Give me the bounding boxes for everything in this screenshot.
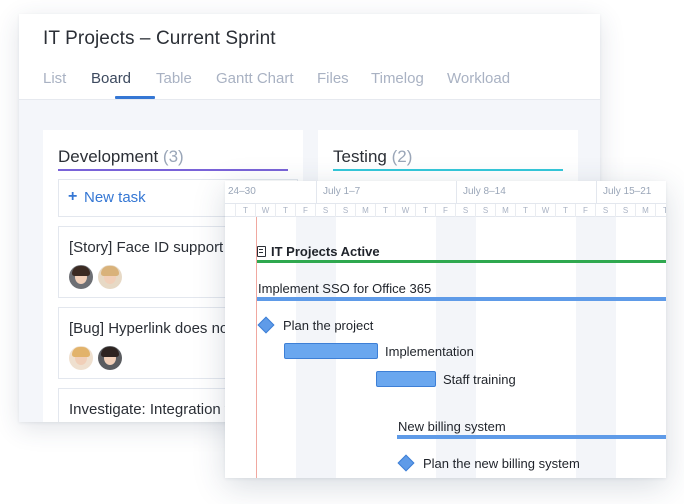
milestone-label: Plan the new billing system <box>423 456 580 471</box>
column-name: Development <box>58 147 159 166</box>
board-header: IT Projects – Current Sprint List Board … <box>19 14 600 100</box>
task-title: [Bug] Hyperlink does no <box>69 320 229 337</box>
day-row: TWTFSSMTWTFSSMTWTFSSMT <box>225 203 666 217</box>
column-title: Development (3) <box>58 147 184 167</box>
week-label: July 15–21 <box>603 186 652 197</box>
week-divider <box>456 181 457 203</box>
day-letter: W <box>396 204 416 217</box>
day-letter: M <box>356 204 376 217</box>
plus-icon: + <box>68 188 78 205</box>
tab-board[interactable]: Board <box>91 70 131 87</box>
day-letter: W <box>536 204 556 217</box>
week-divider <box>596 181 597 203</box>
avatar <box>98 265 122 289</box>
day-cell <box>225 204 236 217</box>
day-letter: T <box>556 204 576 217</box>
summary-task-bar[interactable] <box>257 297 666 301</box>
week-label: July 8–14 <box>463 186 506 197</box>
day-letter: F <box>296 204 316 217</box>
summary-task-label: New billing system <box>398 419 506 434</box>
day-letter: W <box>256 204 276 217</box>
day-letter: T <box>656 204 666 217</box>
day-letter: S <box>336 204 356 217</box>
day-letter: T <box>376 204 396 217</box>
new-task-label: New task <box>84 189 146 206</box>
tab-workload[interactable]: Workload <box>447 70 510 87</box>
day-letter: S <box>616 204 636 217</box>
tab-gantt-chart[interactable]: Gantt Chart <box>216 70 294 87</box>
task-bar-implementation[interactable] <box>284 343 378 359</box>
day-letter: F <box>576 204 596 217</box>
tab-files[interactable]: Files <box>317 70 349 87</box>
day-letter: S <box>456 204 476 217</box>
day-letter: F <box>436 204 456 217</box>
project-label: IT Projects Active <box>271 244 380 259</box>
tab-table[interactable]: Table <box>156 70 192 87</box>
tab-timelog[interactable]: Timelog <box>371 70 424 87</box>
day-letter: T <box>416 204 436 217</box>
document-icon <box>257 246 266 257</box>
column-count: (3) <box>162 147 184 166</box>
milestone-label: Plan the project <box>283 318 374 333</box>
week-divider <box>316 181 317 203</box>
day-letter: T <box>516 204 536 217</box>
day-letter: S <box>316 204 336 217</box>
task-title: Investigate: Integration w <box>69 401 236 418</box>
avatar <box>69 265 93 289</box>
gantt-chart-panel: 24–30 July 1–7 July 8–14 July 15–21 TWTF… <box>225 181 666 478</box>
week-label: 24–30 <box>228 186 256 197</box>
milestone-marker[interactable] <box>397 454 415 472</box>
column-name: Testing <box>333 147 387 166</box>
week-label: July 1–7 <box>323 186 361 197</box>
day-letter: M <box>496 204 516 217</box>
task-label: Implementation <box>385 344 474 359</box>
avatar <box>69 346 93 370</box>
project-summary-bar[interactable] <box>257 260 666 263</box>
day-letter: S <box>476 204 496 217</box>
column-accent-line <box>58 169 288 171</box>
milestone-marker[interactable] <box>257 316 275 334</box>
day-letter: T <box>236 204 256 217</box>
column-title: Testing (2) <box>333 147 412 167</box>
column-count: (2) <box>391 147 413 166</box>
active-tab-indicator <box>115 96 155 99</box>
task-title: [Story] Face ID support o <box>69 239 236 256</box>
task-label: Staff training <box>443 372 516 387</box>
avatar <box>98 346 122 370</box>
task-bar-staff-training[interactable] <box>376 371 436 387</box>
summary-task-label: Implement SSO for Office 365 <box>258 281 432 296</box>
summary-task-bar[interactable] <box>397 435 666 439</box>
day-letter: T <box>276 204 296 217</box>
day-letter: M <box>636 204 656 217</box>
column-accent-line <box>333 169 563 171</box>
tab-list[interactable]: List <box>43 70 66 87</box>
page-title: IT Projects – Current Sprint <box>43 28 276 49</box>
day-letter: S <box>596 204 616 217</box>
